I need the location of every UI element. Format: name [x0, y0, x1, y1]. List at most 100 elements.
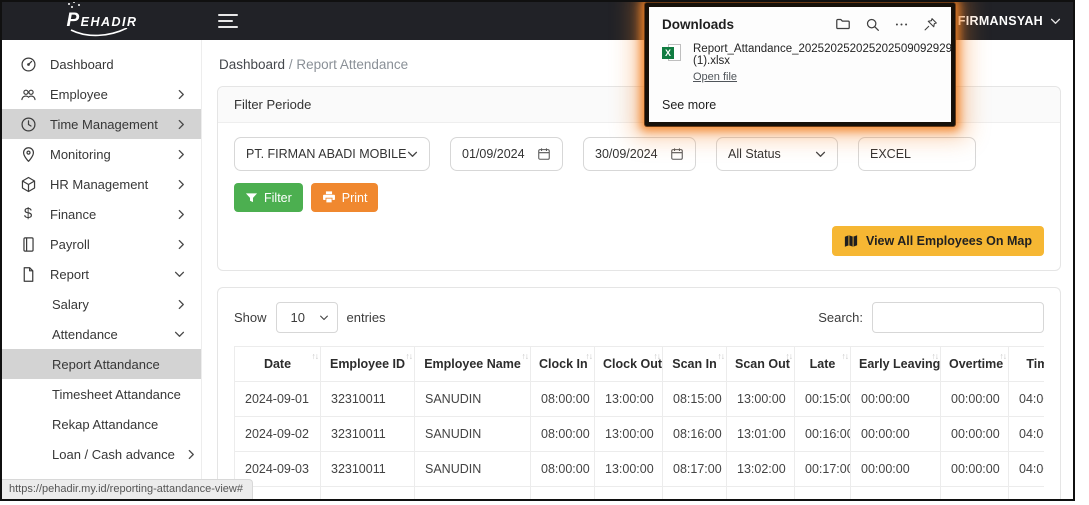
chevron-down-icon: [815, 151, 826, 157]
column-header-employee-id[interactable]: Employee ID ↑↓: [320, 346, 415, 382]
sidebar-item-hr-management[interactable]: HR Management: [2, 169, 201, 199]
sidebar-item-rekap-attandance[interactable]: Rekap Attandance: [2, 409, 201, 439]
chevron-down-icon: [1050, 18, 1061, 24]
sidebar-item-label: Salary: [52, 296, 89, 312]
show-label: Show: [234, 310, 267, 325]
printer-icon: [322, 191, 335, 204]
sidebar-item-label: Payroll: [50, 236, 90, 252]
sidebar-item-monitoring[interactable]: Monitoring: [2, 139, 201, 169]
sidebar-item-timesheet-attandance[interactable]: Timesheet Attandance: [2, 379, 201, 409]
chevron-right-icon: [188, 449, 195, 460]
sidebar: Dashboard Employee Time Management Monitori…: [2, 40, 202, 499]
table-row: 2024-09-0432310011SANUDIN08:00:0013:00:0…: [234, 486, 1044, 499]
column-header-date[interactable]: Date ↑↓: [234, 346, 321, 382]
print-button[interactable]: Print: [310, 183, 379, 212]
sidebar-item-report[interactable]: Report: [2, 259, 201, 289]
downloads-popup: Downloads X Report_Attandance_2025202520…: [645, 3, 955, 126]
entries-per-page-select[interactable]: 10: [275, 302, 338, 333]
cell-overtime: 00:00:00: [940, 451, 1009, 487]
app-window: PEHADIR OCH FIRMANSYAH Dashboard Employee…: [0, 0, 1075, 501]
users-icon: [19, 85, 37, 103]
column-header-overtime[interactable]: Overtime ↑↓: [940, 346, 1009, 382]
sidebar-item-loan-cash-advance[interactable]: Loan / Cash advance: [2, 439, 201, 469]
table-controls: Show 10 entries Search:: [234, 302, 1044, 333]
column-header-clock-in[interactable]: Clock In ↑↓: [530, 346, 595, 382]
cell-scan-out: 13:00:00: [726, 381, 795, 417]
column-label: Employee Name: [424, 357, 521, 371]
cell-scan-out: 13:02:00: [726, 451, 795, 487]
sidebar-item-label: Report: [50, 266, 90, 282]
entries-select-value: 10: [290, 310, 305, 325]
downloads-title: Downloads: [662, 16, 735, 32]
hamburger-menu-icon[interactable]: [218, 10, 238, 32]
sidebar-item-employee[interactable]: Employee: [2, 79, 201, 109]
table-row: 2024-09-01 32310011 SANUDIN 08:00:00 13:00:0…: [234, 381, 1044, 417]
downloads-toolbar: [835, 16, 938, 32]
sort-icon: ↑↓: [653, 351, 661, 361]
pehadir-logo[interactable]: PEHADIR: [2, 2, 202, 40]
column-header-employee-name[interactable]: Employee Name ↑↓: [414, 346, 531, 382]
column-header-scan-in[interactable]: Scan In ↑↓: [662, 346, 727, 382]
filter-buttons-row: Filter Print: [234, 183, 1044, 212]
column-label: Time W: [1026, 357, 1044, 371]
table-row: 2024-09-03 32310011 SANUDIN 08:00:00 13:00:0…: [234, 451, 1044, 487]
gauge-icon: [19, 55, 37, 73]
column-header-clock-out[interactable]: Clock Out ↑↓: [594, 346, 663, 382]
chevron-down-icon: [174, 271, 185, 278]
column-label: Early Leaving: [859, 357, 941, 371]
column-header-time-w[interactable]: Time W↑↓: [1008, 346, 1044, 382]
book-icon: [19, 235, 37, 253]
sort-icon: ↑↓: [999, 351, 1007, 361]
column-header-early-leaving[interactable]: Early Leaving ↑↓: [850, 346, 941, 382]
more-options-icon[interactable]: [894, 17, 909, 32]
sidebar-item-label: HR Management: [50, 176, 149, 192]
column-label: Scan Out: [735, 357, 790, 371]
sidebar-item-dashboard[interactable]: Dashboard: [2, 49, 201, 79]
calendar-icon: [538, 148, 550, 160]
open-file-link[interactable]: Open file: [693, 71, 737, 83]
company-select-value: PT. FIRMAN ABADI MOBILE: [246, 147, 407, 161]
pin-icon[interactable]: [923, 17, 938, 32]
chevron-right-icon: [178, 149, 185, 160]
date-to-input[interactable]: 30/09/2024: [583, 137, 696, 171]
view-all-employees-on-map-button[interactable]: View All Employees On Map: [831, 226, 1044, 256]
search-icon[interactable]: [865, 17, 880, 32]
column-header-scan-out[interactable]: Scan Out ↑↓: [726, 346, 795, 382]
download-item[interactable]: X Report_Attandance_20252025202520250909…: [662, 43, 952, 85]
column-label: Overtime: [949, 357, 1004, 371]
map-button-label: View All Employees On Map: [865, 234, 1032, 248]
column-header-late[interactable]: Late ↑↓: [794, 346, 851, 382]
date-from-input[interactable]: 01/09/2024: [450, 137, 563, 171]
filter-button[interactable]: Filter: [234, 183, 303, 212]
sidebar-item-salary[interactable]: Salary: [2, 289, 201, 319]
chevron-right-icon: [178, 209, 185, 220]
sidebar-item-attendance[interactable]: Attendance: [2, 319, 201, 349]
cube-icon: [19, 175, 37, 193]
sort-icon: ↑↓: [841, 351, 849, 361]
location-pin-icon: [19, 145, 37, 163]
sidebar-item-payroll[interactable]: Payroll: [2, 229, 201, 259]
status-select[interactable]: All Status: [716, 137, 838, 171]
breadcrumb-dashboard[interactable]: Dashboard: [219, 57, 285, 72]
cell-scan-out: 13:03:00: [726, 486, 795, 499]
cell-early-leaving: 00:00:00: [850, 416, 941, 452]
sidebar-item-finance[interactable]: $ Finance: [2, 199, 201, 229]
search-label: Search:: [818, 310, 863, 325]
export-format-input[interactable]: EXCEL: [858, 137, 976, 171]
search-input[interactable]: [872, 302, 1044, 333]
downloads-popup-header: Downloads: [662, 16, 938, 32]
sidebar-item-report-attandance[interactable]: Report Attandance: [2, 349, 201, 379]
entries-label: entries: [346, 310, 386, 325]
sidebar-item-time-management[interactable]: Time Management: [2, 109, 201, 139]
sidebar-item-label: Time Management: [50, 116, 158, 132]
dollar-icon: $: [23, 205, 33, 222]
cell-employee-name: SANUDIN: [414, 416, 531, 452]
sidebar-item-label: Finance: [50, 206, 97, 222]
folder-icon[interactable]: [835, 16, 851, 32]
company-select[interactable]: PT. FIRMAN ABADI MOBILE: [234, 137, 430, 171]
cell-early-leaving: 00:00:00: [850, 486, 941, 499]
see-more-link[interactable]: See more: [662, 98, 938, 112]
column-label: Scan In: [672, 357, 717, 371]
breadcrumb-current: Report Attendance: [296, 57, 409, 72]
attendance-table: Date ↑↓ Employee ID ↑↓ Employee Name ↑↓ Clock …: [234, 346, 1044, 499]
